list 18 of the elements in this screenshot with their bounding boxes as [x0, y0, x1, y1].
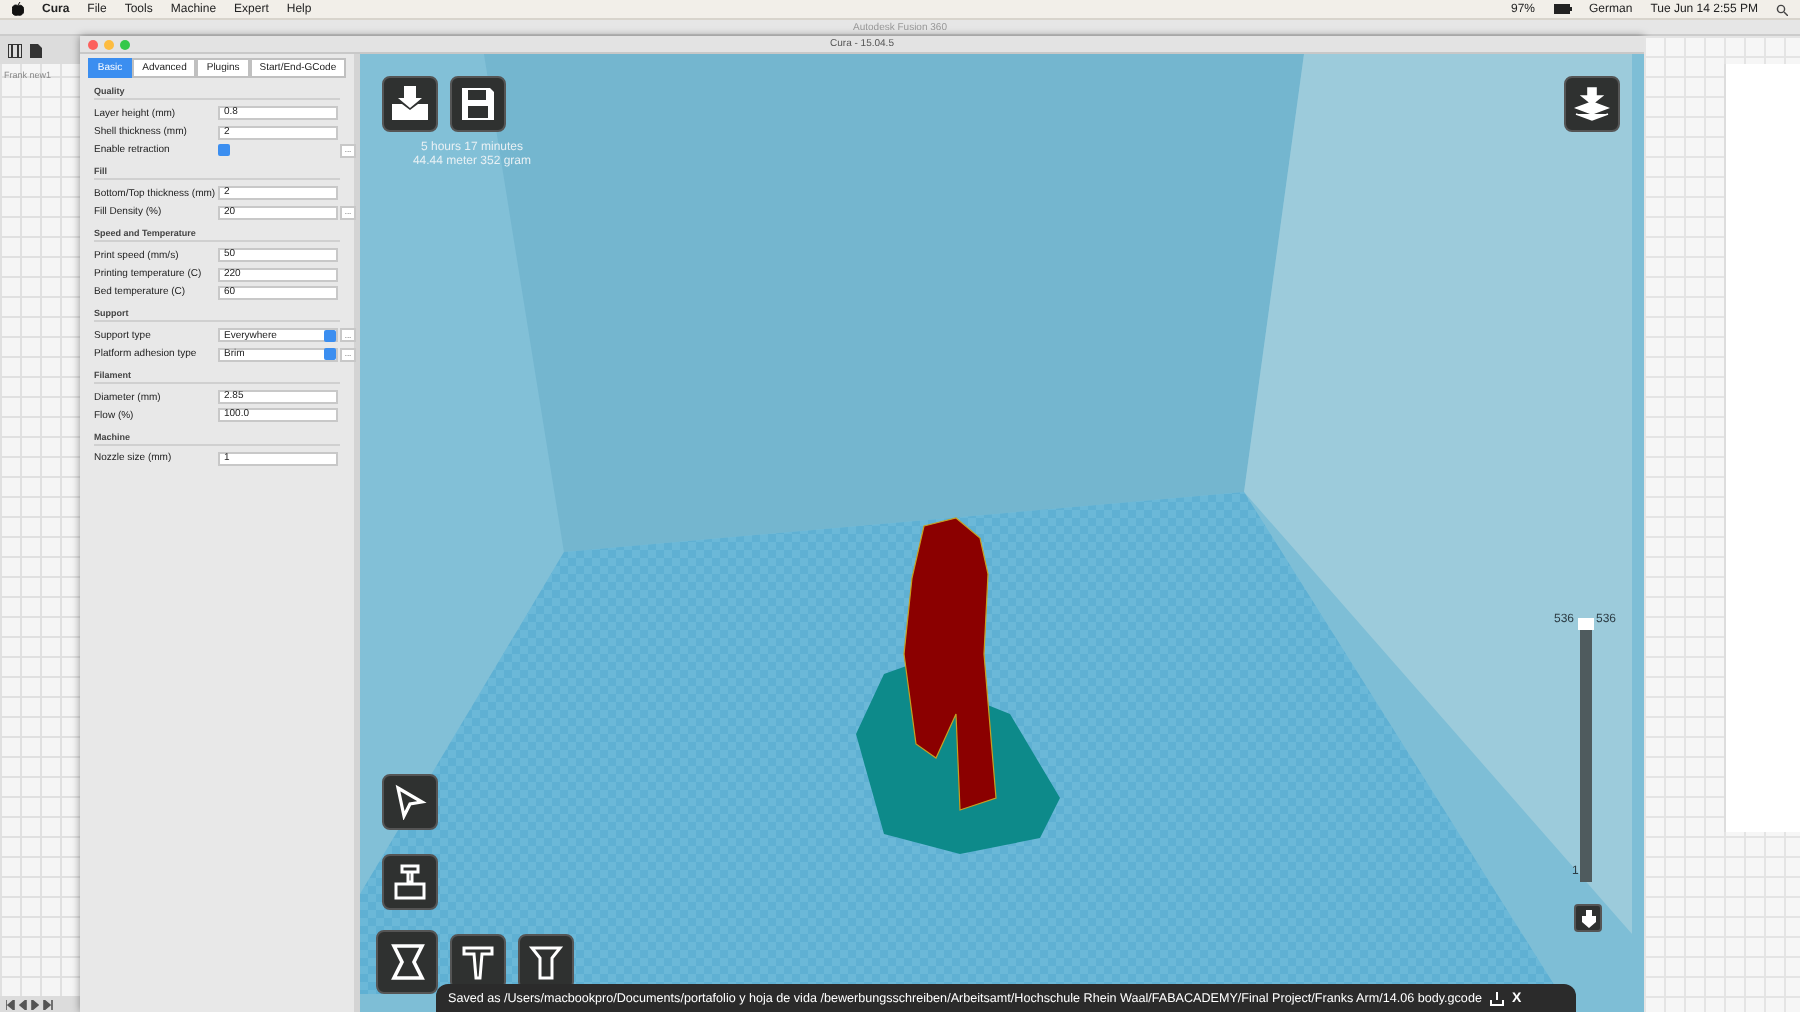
save-icon [460, 86, 496, 122]
mirror-button[interactable] [376, 930, 438, 994]
layer-slider[interactable] [1580, 618, 1592, 882]
layer-view-button[interactable] [1574, 904, 1602, 932]
slider-thumb[interactable] [1578, 618, 1594, 630]
rotate-button[interactable] [382, 774, 438, 830]
view-mode-button[interactable] [1564, 76, 1620, 132]
scale-button[interactable] [382, 854, 438, 910]
save-button[interactable] [450, 76, 506, 132]
apple-icon[interactable] [12, 2, 24, 16]
layers-icon [1574, 86, 1610, 122]
file-icon[interactable] [30, 43, 42, 57]
search-icon[interactable] [1776, 3, 1788, 15]
grid-icon[interactable] [8, 43, 22, 57]
load-button[interactable] [382, 76, 438, 132]
battery-icon[interactable] [1553, 4, 1571, 14]
share-icon[interactable] [1489, 991, 1504, 1005]
checkbox[interactable] [218, 144, 230, 157]
